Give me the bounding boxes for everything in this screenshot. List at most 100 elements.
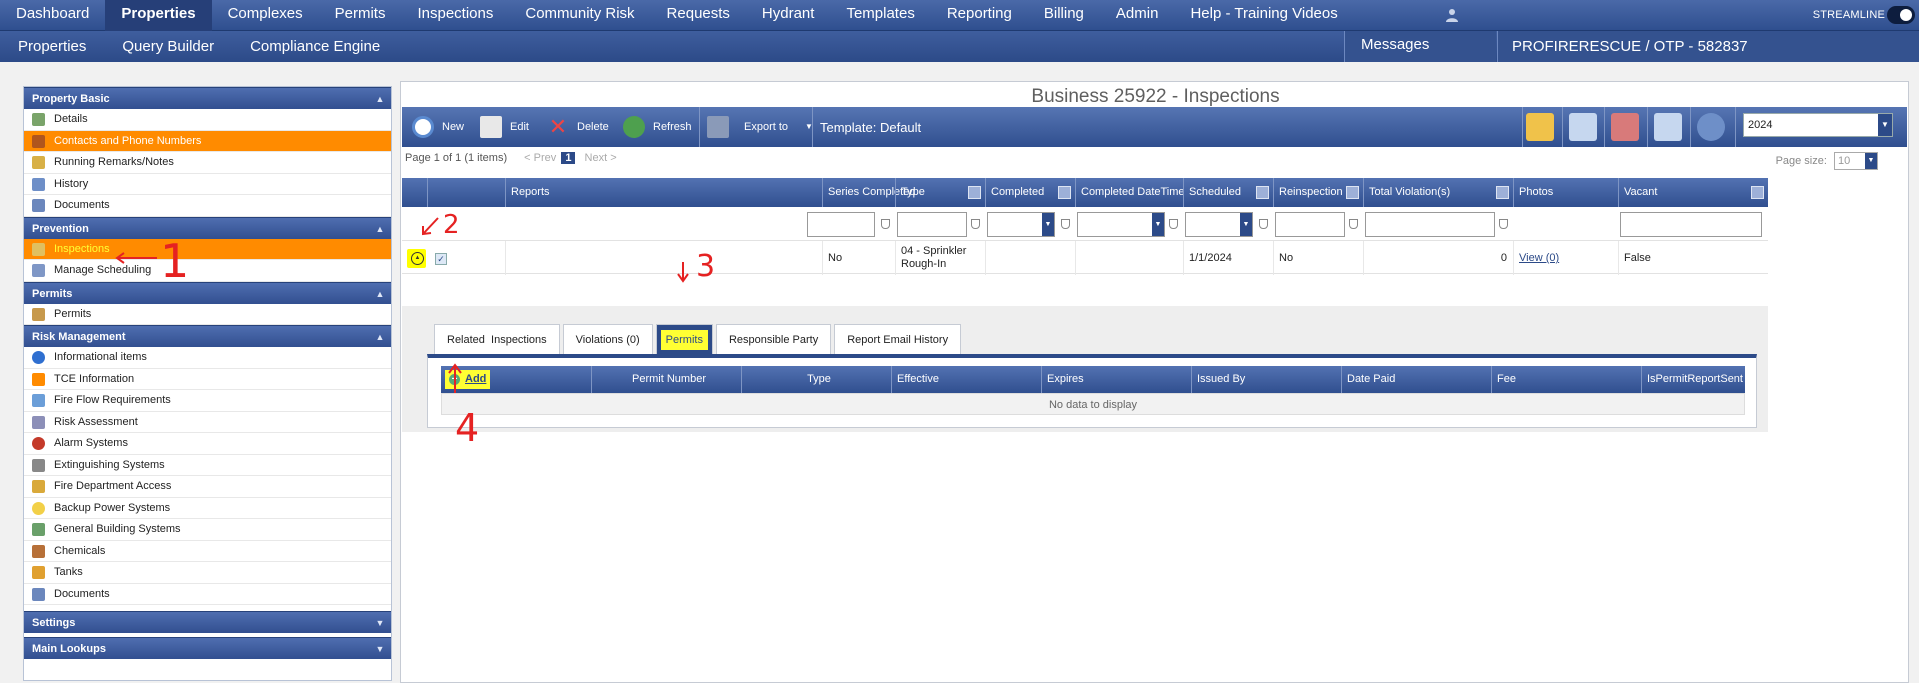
filter-icon[interactable] (1061, 219, 1070, 229)
filter-menu-icon[interactable] (1256, 186, 1269, 199)
subnav-compliance-engine[interactable]: Compliance Engine (232, 33, 398, 61)
tab-responsible-party[interactable]: Responsible Party (715, 324, 832, 355)
filter-type[interactable] (897, 212, 967, 237)
header-photos[interactable]: Photos (1513, 178, 1618, 207)
section-permits[interactable]: Permits ▲ (24, 281, 391, 304)
grid-delete-icon[interactable] (1611, 113, 1639, 141)
nav-inspections[interactable]: Inspections (401, 0, 509, 31)
folder-icon[interactable] (1526, 113, 1554, 141)
sidebar-item-fd-access[interactable]: Fire Department Access (24, 476, 391, 498)
section-prevention[interactable]: Prevention ▲ (24, 216, 391, 239)
next-page-link[interactable]: Next > (585, 152, 617, 164)
edit-button[interactable]: Edit (480, 115, 540, 139)
messages-link[interactable]: Messages (1344, 31, 1496, 62)
grid-edit-icon[interactable] (1654, 113, 1682, 141)
chevron-down-icon[interactable]: ▼ (1240, 213, 1252, 236)
new-button[interactable]: New (412, 115, 472, 139)
filter-completed[interactable]: ▼ (987, 212, 1055, 237)
current-page[interactable]: 1 (561, 152, 576, 164)
nav-dashboard[interactable]: Dashboard (0, 0, 105, 31)
sidebar-item-tce[interactable]: TCE Information (24, 369, 391, 390)
nav-admin[interactable]: Admin (1100, 0, 1175, 31)
filter-vacant[interactable] (1620, 212, 1762, 237)
chevron-down-icon[interactable]: ▼ (1152, 213, 1164, 236)
filter-series-completed[interactable] (807, 212, 875, 237)
table-row[interactable]: ✓ No 04 - SprinklerRough-In 1/1/2024 No … (402, 240, 1768, 275)
sidebar-item-inspections[interactable]: Inspections (24, 238, 391, 260)
filter-icon[interactable] (1169, 219, 1178, 229)
section-property-basic[interactable]: Property Basic ▲ (24, 87, 391, 109)
header-expires[interactable]: Expires (1041, 366, 1191, 393)
header-permit-type[interactable]: Type (741, 366, 891, 393)
sidebar-item-permits[interactable]: Permits (24, 304, 391, 325)
filter-reinspection[interactable] (1275, 212, 1345, 237)
export-button[interactable]: Export to ▼ (707, 115, 813, 139)
header-fee[interactable]: Fee (1491, 366, 1641, 393)
sidebar-item-chemicals[interactable]: Chemicals (24, 541, 391, 562)
page-size-select[interactable]: 10 ▼ (1834, 152, 1878, 170)
chevron-up-icon[interactable]: ▲ (375, 94, 385, 104)
filter-icon[interactable] (1349, 219, 1358, 229)
section-settings[interactable]: Settings ▼ (24, 611, 391, 633)
subnav-properties[interactable]: Properties (0, 33, 104, 61)
sidebar-item-risk-documents[interactable]: Documents (24, 584, 391, 605)
sidebar-item-fire-flow[interactable]: Fire Flow Requirements (24, 390, 391, 412)
nav-community-risk[interactable]: Community Risk (509, 0, 650, 31)
filter-icon[interactable] (1259, 219, 1268, 229)
filter-menu-icon[interactable] (1496, 186, 1509, 199)
streamline-toggle[interactable] (1887, 6, 1915, 24)
filter-scheduled[interactable]: ▼ (1185, 212, 1253, 237)
chevron-up-icon[interactable]: ▲ (375, 289, 385, 299)
account-label[interactable]: PROFIRERESCUE / OTP - 582837 (1497, 31, 1919, 62)
filter-menu-icon[interactable] (1751, 186, 1764, 199)
filter-icon[interactable] (881, 219, 890, 229)
nav-permits[interactable]: Permits (319, 0, 402, 31)
nav-billing[interactable]: Billing (1028, 0, 1100, 31)
sidebar-item-risk-assessment[interactable]: Risk Assessment (24, 412, 391, 433)
filter-total-violations[interactable] (1365, 212, 1495, 237)
nav-templates[interactable]: Templates (830, 0, 930, 31)
nav-properties[interactable]: Properties (105, 0, 212, 31)
header-type[interactable]: Type (895, 178, 985, 207)
chevron-down-icon[interactable]: ▼ (1042, 213, 1054, 236)
filter-menu-icon[interactable] (1058, 186, 1071, 199)
header-effective[interactable]: Effective (891, 366, 1041, 393)
filter-menu-icon[interactable] (968, 186, 981, 199)
delete-button[interactable]: ✕ Delete (547, 115, 617, 139)
header-reinspection[interactable]: Reinspection (1273, 178, 1363, 207)
collapse-row-icon[interactable] (407, 249, 426, 268)
chevron-down-icon[interactable]: ▼ (375, 618, 385, 628)
section-main-lookups[interactable]: Main Lookups ▼ (24, 637, 391, 659)
header-issued-by[interactable]: Issued By (1191, 366, 1341, 393)
sidebar-item-general-building[interactable]: General Building Systems (24, 519, 391, 541)
photos-view-link[interactable]: View (0) (1519, 252, 1559, 264)
add-permit-button[interactable]: + Add (445, 370, 491, 389)
filter-icon[interactable] (1499, 219, 1508, 229)
header-scheduled[interactable]: Scheduled (1183, 178, 1273, 207)
header-completed-datetime[interactable]: Completed DateTime (1075, 178, 1185, 207)
row-checkbox[interactable]: ✓ (435, 253, 447, 265)
sync-icon[interactable] (1697, 113, 1725, 141)
tab-violations[interactable]: Violations (0) (562, 324, 653, 355)
sidebar-item-documents[interactable]: Documents (24, 195, 391, 217)
chevron-down-icon[interactable]: ▼ (1878, 114, 1892, 136)
user-icon[interactable] (1445, 8, 1459, 22)
nav-complexes[interactable]: Complexes (212, 0, 319, 31)
section-risk-management[interactable]: Risk Management ▲ (24, 325, 391, 347)
prev-page-link[interactable]: < Prev (524, 152, 556, 164)
sidebar-item-details[interactable]: Details (24, 109, 391, 131)
tab-report-email-history[interactable]: Report Email History (834, 324, 962, 355)
header-total-violations[interactable]: Total Violation(s) (1363, 178, 1513, 207)
sidebar-item-manage-scheduling[interactable]: Manage Scheduling (24, 260, 391, 282)
sidebar-item-contacts[interactable]: Contacts and Phone Numbers (24, 130, 391, 152)
sidebar-item-extinguishing[interactable]: Extinguishing Systems (24, 455, 391, 476)
sidebar-item-history[interactable]: History (24, 174, 391, 195)
tab-permits[interactable]: Permits (655, 324, 713, 355)
subnav-query-builder[interactable]: Query Builder (104, 33, 232, 61)
sidebar-item-running-remarks[interactable]: Running Remarks/Notes (24, 152, 391, 174)
header-permit-number[interactable]: Permit Number (591, 366, 741, 393)
refresh-button[interactable]: Refresh (623, 115, 703, 139)
nav-help-training-videos[interactable]: Help - Training Videos (1174, 0, 1353, 31)
nav-requests[interactable]: Requests (651, 0, 746, 31)
filter-icon[interactable] (971, 219, 980, 229)
